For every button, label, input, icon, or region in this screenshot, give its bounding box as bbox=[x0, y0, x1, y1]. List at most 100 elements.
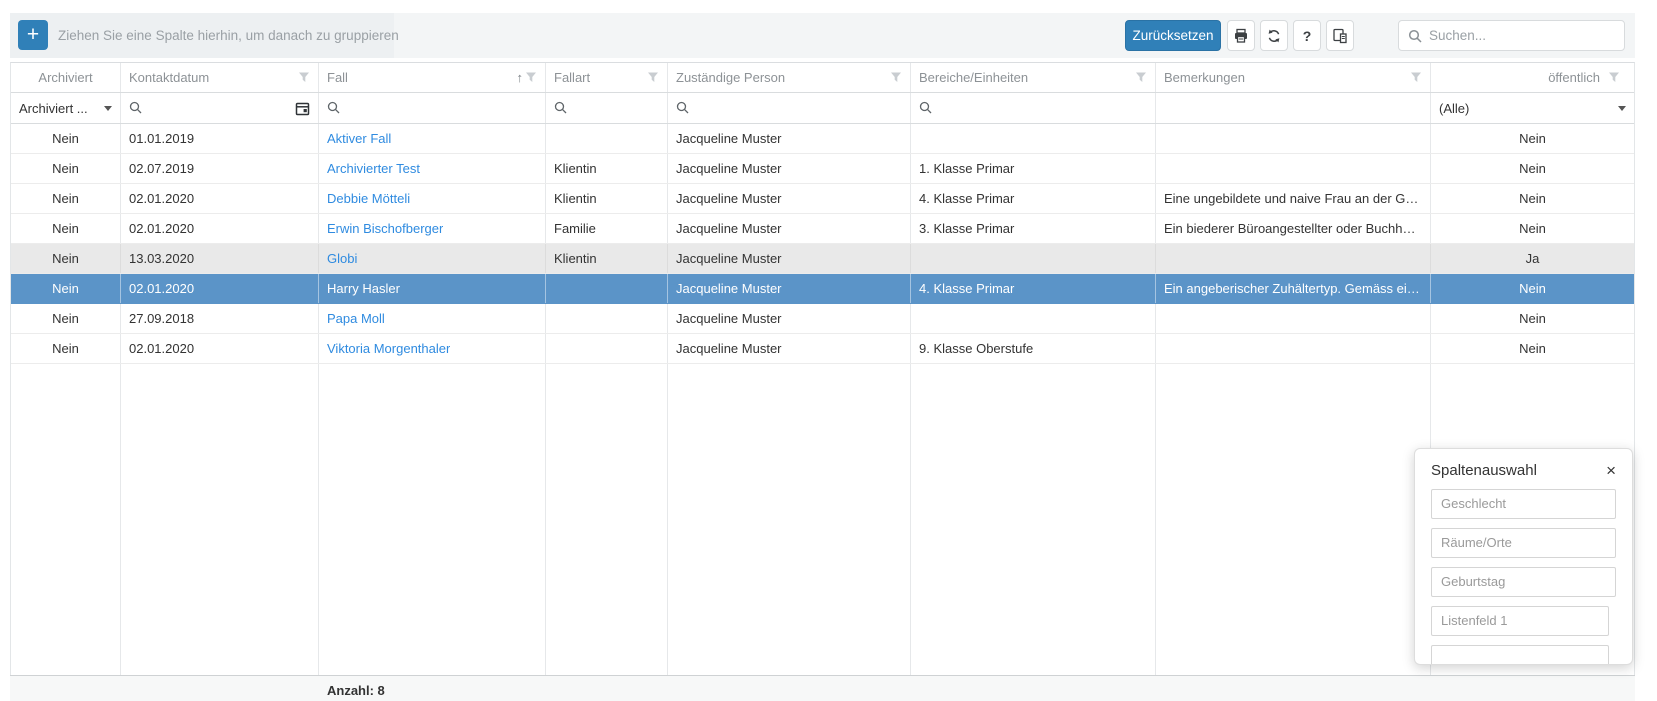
table-row[interactable]: Nein 02.07.2019 Archivierter Test Klient… bbox=[11, 154, 1634, 184]
fall-link[interactable]: Aktiver Fall bbox=[327, 131, 391, 146]
fall-link[interactable]: Debbie Mötteli bbox=[327, 191, 410, 206]
search-icon bbox=[129, 101, 143, 115]
column-header-bemerkungen[interactable]: Bemerkungen bbox=[1156, 63, 1431, 92]
add-button[interactable]: + bbox=[18, 20, 48, 50]
cell-zustaendige-person: Jacqueline Muster bbox=[668, 214, 911, 243]
fall-link[interactable]: Archivierter Test bbox=[327, 161, 420, 176]
filter-icon[interactable] bbox=[1135, 72, 1147, 83]
cell-oeffentlich: Nein bbox=[1519, 221, 1546, 236]
cell-bemerkungen: Ein angeberischer Zuhältertyp. Gemäss ei… bbox=[1156, 274, 1431, 303]
cell-bereiche-einheiten bbox=[911, 304, 1156, 333]
cell-fall: Archivierter Test bbox=[319, 154, 546, 183]
cell-oeffentlich: Nein bbox=[1519, 311, 1546, 326]
cell-bereiche-einheiten bbox=[911, 124, 1156, 153]
cell-fall: Viktoria Morgenthaler bbox=[319, 334, 546, 363]
filter-icon[interactable] bbox=[298, 72, 310, 83]
filter-archiviert-select[interactable]: Archiviert ... bbox=[11, 93, 121, 123]
cell-fall: Aktiver Fall bbox=[319, 124, 546, 153]
filter-bemerkungen-input[interactable] bbox=[1156, 93, 1431, 123]
empty-grid-area bbox=[11, 364, 1634, 676]
cell-archiviert: Nein bbox=[11, 304, 121, 333]
cell-fallart: Klientin bbox=[546, 184, 668, 213]
filter-icon[interactable] bbox=[525, 72, 537, 83]
search-icon bbox=[554, 101, 568, 115]
filter-icon[interactable] bbox=[647, 72, 659, 83]
filter-icon[interactable] bbox=[1608, 72, 1620, 83]
cell-zustaendige-person: Jacqueline Muster bbox=[668, 304, 911, 333]
fall-link[interactable]: Erwin Bischofberger bbox=[327, 221, 443, 236]
cell-kontaktdatum: 02.01.2020 bbox=[121, 214, 319, 243]
cell-oeffentlich: Nein bbox=[1519, 191, 1546, 206]
cell-bereiche-einheiten: 4. Klasse Primar bbox=[911, 184, 1156, 213]
filter-fallart-input[interactable] bbox=[546, 93, 668, 123]
toolbar: + Ziehen Sie eine Spalte hierhin, um dan… bbox=[10, 13, 1635, 58]
search-input[interactable] bbox=[1429, 22, 1619, 49]
cell-bereiche-einheiten bbox=[911, 244, 1156, 273]
fall-link[interactable]: Papa Moll bbox=[327, 311, 385, 326]
group-hint-text: Ziehen Sie eine Spalte hierhin, um danac… bbox=[58, 28, 399, 43]
column-header-zustaendige-person[interactable]: Zuständige Person bbox=[668, 63, 911, 92]
cell-kontaktdatum: 02.01.2020 bbox=[121, 334, 319, 363]
fall-link[interactable]: Viktoria Morgenthaler bbox=[327, 341, 450, 356]
cell-kontaktdatum: 13.03.2020 bbox=[121, 244, 319, 273]
chevron-down-icon bbox=[104, 105, 112, 111]
refresh-button[interactable] bbox=[1260, 20, 1288, 51]
close-icon[interactable]: × bbox=[1606, 462, 1616, 479]
cell-bemerkungen bbox=[1156, 124, 1431, 153]
column-header-bereiche-einheiten[interactable]: Bereiche/Einheiten bbox=[911, 63, 1156, 92]
cell-bemerkungen: Eine ungebildete und naive Frau an der G… bbox=[1156, 184, 1431, 213]
filter-icon[interactable] bbox=[1410, 72, 1422, 83]
table-row[interactable]: Nein 02.01.2020 Debbie Mötteli Klientin … bbox=[11, 184, 1634, 214]
filter-kontaktdatum-input[interactable] bbox=[121, 93, 319, 123]
table-row[interactable]: Nein 01.01.2019 Aktiver Fall Jacqueline … bbox=[11, 124, 1634, 154]
sort-ascending-icon: ↑ bbox=[516, 70, 524, 85]
chooser-item-partial[interactable] bbox=[1431, 645, 1609, 664]
cell-bemerkungen bbox=[1156, 244, 1431, 273]
reset-button[interactable]: Zurücksetzen bbox=[1125, 20, 1221, 51]
fall-link[interactable]: Harry Hasler bbox=[327, 281, 400, 296]
cell-fall: Erwin Bischofberger bbox=[319, 214, 546, 243]
chooser-item-raeume-orte[interactable]: Räume/Orte bbox=[1431, 528, 1616, 558]
grid-footer: Anzahl: 8 bbox=[10, 675, 1635, 701]
search-box bbox=[1398, 20, 1625, 51]
cell-fall: Debbie Mötteli bbox=[319, 184, 546, 213]
cell-fallart: Klientin bbox=[546, 154, 668, 183]
filter-zustaendige-person-input[interactable] bbox=[668, 93, 911, 123]
filter-bereiche-einheiten-input[interactable] bbox=[911, 93, 1156, 123]
column-header-oeffentlich[interactable]: öffentlich bbox=[1431, 63, 1634, 92]
cell-bereiche-einheiten: 3. Klasse Primar bbox=[911, 214, 1156, 243]
chooser-item-geburtstag[interactable]: Geburtstag bbox=[1431, 567, 1616, 597]
cell-fallart: Familie bbox=[546, 214, 668, 243]
filter-fall-input[interactable] bbox=[319, 93, 546, 123]
column-header-archiviert[interactable]: Archiviert bbox=[11, 63, 121, 92]
print-button[interactable] bbox=[1227, 20, 1255, 51]
column-header-fallart[interactable]: Fallart bbox=[546, 63, 668, 92]
table-row-selected[interactable]: Nein 02.01.2020 Harry Hasler Jacqueline … bbox=[11, 274, 1634, 304]
cell-bemerkungen: Ein biederer Büroangestellter oder Buchh… bbox=[1156, 214, 1431, 243]
column-chooser-button[interactable] bbox=[1326, 20, 1354, 51]
cell-fall: Papa Moll bbox=[319, 304, 546, 333]
column-header-fall[interactable]: Fall ↑ bbox=[319, 63, 546, 92]
filter-oeffentlich-select[interactable]: (Alle) bbox=[1431, 93, 1634, 123]
table-row[interactable]: Nein 02.01.2020 Erwin Bischofberger Fami… bbox=[11, 214, 1634, 244]
popup-title: Spaltenauswahl bbox=[1431, 462, 1537, 479]
calendar-icon[interactable] bbox=[295, 101, 310, 116]
chooser-item-listenfeld-1[interactable]: Listenfeld 1 bbox=[1431, 606, 1609, 636]
cell-bereiche-einheiten: 9. Klasse Oberstufe bbox=[911, 334, 1156, 363]
cell-zustaendige-person: Jacqueline Muster bbox=[668, 154, 911, 183]
cell-archiviert: Nein bbox=[11, 154, 121, 183]
cell-archiviert: Nein bbox=[11, 244, 121, 273]
cell-oeffentlich: Nein bbox=[1519, 281, 1546, 296]
cell-kontaktdatum: 02.01.2020 bbox=[121, 184, 319, 213]
table-row[interactable]: Nein 13.03.2020 Globi Klientin Jacquelin… bbox=[11, 244, 1634, 274]
cell-fallart bbox=[546, 334, 668, 363]
cell-bemerkungen bbox=[1156, 334, 1431, 363]
cell-kontaktdatum: 02.01.2020 bbox=[121, 274, 319, 303]
table-row[interactable]: Nein 02.01.2020 Viktoria Morgenthaler Ja… bbox=[11, 334, 1634, 364]
fall-link[interactable]: Globi bbox=[327, 251, 357, 266]
column-header-kontaktdatum[interactable]: Kontaktdatum bbox=[121, 63, 319, 92]
filter-icon[interactable] bbox=[890, 72, 902, 83]
help-button[interactable]: ? bbox=[1293, 20, 1321, 51]
chooser-item-geschlecht[interactable]: Geschlecht bbox=[1431, 489, 1616, 519]
table-row[interactable]: Nein 27.09.2018 Papa Moll Jacqueline Mus… bbox=[11, 304, 1634, 334]
